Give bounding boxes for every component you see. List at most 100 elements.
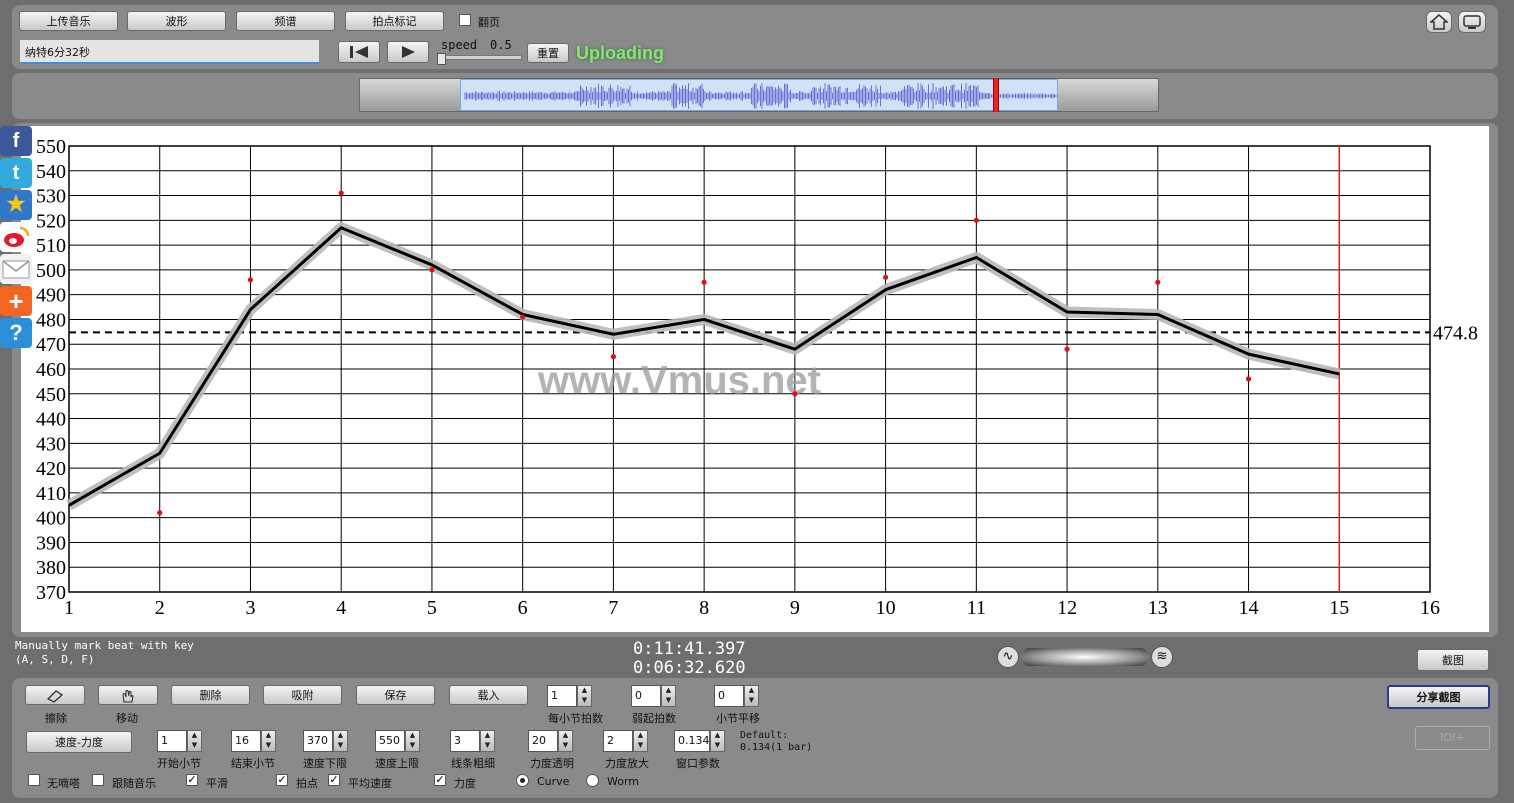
weibo-icon[interactable] bbox=[0, 222, 32, 252]
page-turn-checkbox[interactable] bbox=[459, 14, 471, 26]
twitter-icon[interactable]: t bbox=[0, 158, 32, 188]
filename-text: 纳特6分32秒 bbox=[25, 46, 90, 59]
follow-music-checkbox[interactable] bbox=[92, 774, 104, 786]
dyn-alpha-arrows[interactable]: ▲ ▼ bbox=[558, 730, 573, 752]
smooth-checkbox[interactable]: ✓ bbox=[186, 774, 198, 786]
upload-music-button[interactable]: 上传音乐 bbox=[19, 11, 118, 31]
end-bar-arrows[interactable]: ▲ ▼ bbox=[261, 730, 276, 752]
playhead-marker[interactable] bbox=[993, 78, 999, 112]
speed-slider-handle[interactable] bbox=[437, 53, 446, 65]
avg-tempo-checkbox[interactable]: ✓ bbox=[328, 774, 340, 786]
start-bar-value[interactable]: 1 bbox=[157, 730, 187, 752]
facebook-icon[interactable]: f bbox=[0, 126, 32, 156]
tempo-min-arrows[interactable]: ▲ ▼ bbox=[333, 730, 348, 752]
pickup-value[interactable]: 0 bbox=[631, 685, 661, 707]
erase-button[interactable] bbox=[25, 685, 85, 705]
tempo-chart: 1 2 3 4 5 6 7 8 9 10 11 12 13 14 15 1637038039040041042… bbox=[36, 136, 1478, 619]
bar-shift-stepper[interactable]: 0 ▲ ▼ bbox=[714, 685, 759, 707]
beats-per-bar-arrows[interactable]: ▲ ▼ bbox=[577, 685, 592, 707]
waveform-button[interactable]: 波形 bbox=[127, 11, 226, 31]
x-tick-label: 15 bbox=[1329, 597, 1349, 619]
beat-point bbox=[157, 510, 163, 516]
dyn-scale-stepper[interactable]: 2 ▲ ▼ bbox=[603, 730, 648, 752]
home-icon bbox=[1429, 14, 1449, 30]
pickup-arrows[interactable]: ▲ ▼ bbox=[661, 685, 676, 707]
chart-area[interactable]: 1 2 3 4 5 6 7 8 9 10 11 12 13 14 15 16 370 380 390 400 410 42… bbox=[21, 126, 1489, 632]
dyn-alpha-stepper[interactable]: 20 ▲ ▼ bbox=[528, 730, 573, 752]
default-line-2: 0.134(1 bar) bbox=[740, 742, 813, 753]
beats-per-bar-value[interactable]: 1 bbox=[547, 685, 577, 707]
bar-shift-value[interactable]: 0 bbox=[714, 685, 744, 707]
end-bar-stepper[interactable]: 16 ▲ ▼ bbox=[231, 730, 276, 752]
bar-shift-arrows[interactable]: ▲ ▼ bbox=[744, 685, 759, 707]
upload-status: Uploading bbox=[576, 43, 664, 63]
y-tick-label: 480 bbox=[36, 309, 66, 331]
load-button[interactable]: 载入 bbox=[449, 685, 528, 705]
beats-per-bar-stepper[interactable]: 1 ▲ ▼ bbox=[547, 685, 592, 707]
favorites-star-icon[interactable]: ★ bbox=[0, 190, 32, 220]
zoom-track[interactable] bbox=[1021, 648, 1149, 666]
y-tick-label: 520 bbox=[36, 210, 66, 232]
save-button[interactable]: 保存 bbox=[356, 685, 435, 705]
waveform-path bbox=[464, 83, 1057, 109]
beat-points-checkbox[interactable]: ✓ bbox=[276, 774, 288, 786]
help-icon[interactable]: ? bbox=[0, 318, 32, 348]
spectrum-button[interactable]: 频谱 bbox=[236, 11, 335, 31]
end-bar-value[interactable]: 16 bbox=[231, 730, 261, 752]
skip-start-button[interactable] bbox=[338, 41, 380, 63]
y-tick-label: 410 bbox=[36, 483, 66, 505]
bar-shift-label: 小节平移 bbox=[716, 712, 760, 725]
wave-zoom-in-icon[interactable]: ≋ bbox=[1151, 646, 1173, 668]
dyn-scale-arrows[interactable]: ▲ ▼ bbox=[633, 730, 648, 752]
beat-point bbox=[247, 277, 254, 283]
snap-button[interactable]: 吸附 bbox=[263, 685, 342, 705]
fullscreen-button[interactable] bbox=[1458, 11, 1486, 33]
speed-label: speed bbox=[441, 38, 478, 52]
reset-button[interactable]: 重置 bbox=[527, 43, 569, 63]
ioi-plus-button[interactable]: IOI+ bbox=[1415, 726, 1490, 750]
tempo-max-value[interactable]: 550 bbox=[375, 730, 405, 752]
beats-per-bar-label: 每小节拍数 bbox=[548, 712, 603, 725]
dynamics-checkbox[interactable]: ✓ bbox=[434, 774, 446, 786]
watermark: www.Vmus.net bbox=[537, 358, 821, 402]
dyn-scale-value[interactable]: 2 bbox=[603, 730, 633, 752]
filename-field[interactable]: 纳特6分32秒 bbox=[20, 40, 319, 64]
dyn-alpha-value[interactable]: 20 bbox=[528, 730, 558, 752]
pickup-stepper[interactable]: 0 ▲ ▼ bbox=[631, 685, 676, 707]
home-button[interactable] bbox=[1426, 11, 1452, 33]
tempo-min-value[interactable]: 370 bbox=[303, 730, 333, 752]
tempo-max-arrows[interactable]: ▲ ▼ bbox=[405, 730, 420, 752]
speed-slider-track[interactable] bbox=[440, 55, 522, 60]
metronome-checkbox[interactable] bbox=[28, 774, 40, 786]
line-width-value[interactable]: 3 bbox=[450, 730, 480, 752]
zoom-slider[interactable]: ∿ ≋ bbox=[997, 646, 1173, 668]
y-tick-label: 440 bbox=[36, 409, 66, 431]
line-width-stepper[interactable]: 3 ▲ ▼ bbox=[450, 730, 495, 752]
beat-points-label: 拍点 bbox=[296, 777, 318, 790]
plus-share-icon[interactable]: + bbox=[0, 286, 32, 316]
curve-radio[interactable] bbox=[516, 774, 529, 787]
tempo-min-stepper[interactable]: 370 ▲ ▼ bbox=[303, 730, 348, 752]
line-width-arrows[interactable]: ▲ ▼ bbox=[480, 730, 495, 752]
screenshot-button[interactable]: 截图 bbox=[1417, 649, 1489, 671]
window-param-stepper[interactable]: 0.134 ▲ ▼ bbox=[674, 730, 725, 752]
play-button[interactable] bbox=[387, 41, 429, 63]
waveform-visible-window[interactable] bbox=[460, 79, 1058, 111]
window-param-value[interactable]: 0.134 bbox=[674, 730, 710, 752]
delete-button[interactable]: 删除 bbox=[171, 685, 250, 705]
tempo-max-stepper[interactable]: 550 ▲ ▼ bbox=[375, 730, 420, 752]
tempo-dynamics-button[interactable]: 速度-力度 bbox=[26, 731, 132, 753]
end-bar-label: 结束小节 bbox=[231, 757, 275, 770]
move-button[interactable] bbox=[98, 685, 158, 705]
window-param-arrows[interactable]: ▲ ▼ bbox=[710, 730, 725, 752]
x-tick-label: 10 bbox=[876, 597, 896, 619]
start-bar-stepper[interactable]: 1 ▲ ▼ bbox=[157, 730, 202, 752]
tempo-min-label: 速度下限 bbox=[303, 757, 347, 770]
beat-mark-button[interactable]: 拍点标记 bbox=[345, 11, 444, 31]
start-bar-arrows[interactable]: ▲ ▼ bbox=[187, 730, 202, 752]
email-icon[interactable] bbox=[0, 254, 32, 284]
share-screenshot-button[interactable]: 分享截图 bbox=[1387, 685, 1490, 709]
wave-zoom-out-icon[interactable]: ∿ bbox=[997, 646, 1019, 668]
beat-point bbox=[701, 279, 707, 285]
worm-radio[interactable] bbox=[586, 774, 599, 787]
